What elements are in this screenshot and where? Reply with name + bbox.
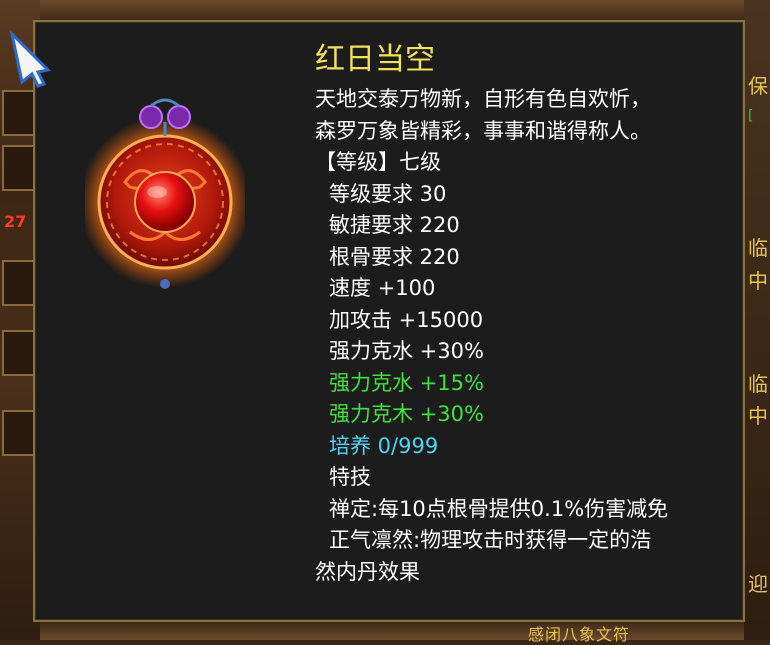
red-sun-amulet-icon xyxy=(85,98,245,289)
inventory-slot[interactable] xyxy=(2,330,36,376)
right-glyph: 迎 xyxy=(748,572,768,596)
scene-bottom-strip xyxy=(40,620,744,640)
item-grade: 【等级】七级 xyxy=(315,150,441,174)
left-number: 27 xyxy=(4,212,27,231)
item-description-line: 天地交泰万物新，自形有色自欢忻， xyxy=(315,87,651,111)
right-glyph: [ xyxy=(748,108,754,124)
right-glyph: 临 xyxy=(748,372,768,396)
cursor-icon xyxy=(9,30,52,88)
requirement-level: 等级要求 30 xyxy=(329,181,447,206)
item-details: 红日当空 天地交泰万物新，自形有色自欢忻， 森罗万象皆精彩，事事和谐得称人。 【… xyxy=(315,40,745,588)
item-name: 红日当空 xyxy=(315,42,435,77)
stat-attack: 加攻击 +15000 xyxy=(329,307,484,332)
skill-righteous-cont: 然内丹效果 xyxy=(315,559,420,584)
right-glyph: 中 xyxy=(748,404,768,428)
scene-right-strip: 保 [ 临 中 临 中 迎 xyxy=(744,0,770,640)
skill-righteous: 正气凛然:物理攻击时获得一定的浩 xyxy=(329,528,652,552)
item-tooltip-panel: 红日当空 天地交泰万物新，自形有色自欢忻， 森罗万象皆精彩，事事和谐得称人。 【… xyxy=(33,20,745,622)
right-glyph: 保 xyxy=(748,74,768,98)
requirement-constitution: 根骨要求 220 xyxy=(329,244,460,269)
bonus-counter-wood: 强力克木 +30% xyxy=(329,402,484,426)
skills-header: 特技 xyxy=(329,465,371,489)
inventory-slot[interactable] xyxy=(2,410,36,456)
inventory-slot[interactable] xyxy=(2,145,36,191)
requirement-agility: 敏捷要求 220 xyxy=(329,213,460,237)
skill-meditation: 禅定:每10点根骨提供0.1%伤害减免 xyxy=(329,496,669,521)
scene-top-strip xyxy=(40,0,744,22)
stat-counter-water: 强力克水 +30% xyxy=(329,339,484,363)
item-description-line: 森罗万象皆精彩，事事和谐得称人。 xyxy=(315,118,651,143)
right-glyph: 临 xyxy=(748,236,768,260)
stat-speed: 速度 +100 xyxy=(329,276,436,300)
scene-bottom-text: 感闭八象文符 xyxy=(528,625,631,644)
bonus-counter-water: 强力克水 +15% xyxy=(329,370,484,395)
inventory-slot[interactable] xyxy=(2,260,36,306)
inventory-slot[interactable] xyxy=(2,90,36,136)
cultivation-progress: 培养 0/999 xyxy=(329,433,439,458)
right-glyph: 中 xyxy=(748,269,768,293)
